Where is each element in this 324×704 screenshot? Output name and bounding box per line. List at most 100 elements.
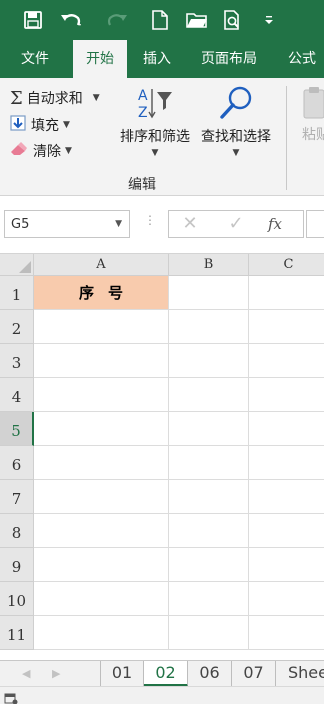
row-header-9[interactable]: 9	[0, 548, 34, 582]
cell-b1[interactable]	[169, 276, 249, 310]
cell-c3[interactable]	[249, 344, 324, 378]
previous-sheet-icon[interactable]: ◀	[22, 667, 30, 680]
cell-a10[interactable]	[34, 582, 169, 616]
new-file-icon[interactable]	[150, 8, 170, 32]
cell-c8[interactable]	[249, 514, 324, 548]
cell-b6[interactable]	[169, 446, 249, 480]
next-sheet-icon[interactable]: ▶	[52, 667, 60, 680]
cell-b10[interactable]	[169, 582, 249, 616]
tab-page-layout[interactable]: 页面布局	[192, 40, 266, 78]
fill-button[interactable]: 填充 ▼	[10, 113, 70, 137]
cell-a2[interactable]	[34, 310, 169, 344]
open-folder-icon[interactable]	[186, 8, 208, 32]
status-bar	[0, 686, 324, 704]
cell-a6[interactable]	[34, 446, 169, 480]
sheet-tab-bar: ◀ ▶ 01 02 06 07 Shee	[0, 660, 324, 687]
cell-a1[interactable]: 序号	[34, 276, 169, 310]
cell-b4[interactable]	[169, 378, 249, 412]
cell-b11[interactable]	[169, 616, 249, 650]
sheet-tab-01[interactable]: 01	[101, 661, 144, 687]
cell-a7[interactable]	[34, 480, 169, 514]
cell-c1[interactable]	[249, 276, 324, 310]
cell-b2[interactable]	[169, 310, 249, 344]
chevron-down-icon: ▼	[65, 146, 72, 156]
sheet-tab-02[interactable]: 02	[144, 661, 188, 687]
editing-group-label: 编辑	[128, 177, 156, 193]
autosum-button[interactable]: Σ 自动求和 ▼	[10, 86, 100, 110]
cell-c4[interactable]	[249, 378, 324, 412]
sheet-tab-shee[interactable]: Shee	[276, 661, 324, 687]
find-select-label: 查找和选择	[201, 129, 271, 145]
cell-a5[interactable]	[34, 412, 169, 446]
cell-c10[interactable]	[249, 582, 324, 616]
tab-formulas[interactable]: 公式	[280, 40, 324, 78]
search-icon	[218, 86, 254, 120]
sort-filter-label: 排序和筛选	[120, 129, 190, 145]
cell-b3[interactable]	[169, 344, 249, 378]
formula-input[interactable]	[306, 210, 324, 238]
clear-button[interactable]: 清除 ▼	[10, 139, 72, 163]
sort-filter-icon: AZ	[136, 86, 174, 121]
quick-access-toolbar	[0, 0, 324, 40]
cell-c11[interactable]	[249, 616, 324, 650]
chevron-down-icon: ▼	[92, 93, 100, 103]
cell-a4[interactable]	[34, 378, 169, 412]
chevron-down-icon: ▼	[232, 148, 240, 158]
column-header-c[interactable]: C	[249, 254, 324, 276]
tab-home[interactable]: 开始	[73, 40, 127, 78]
row-header-2[interactable]: 2	[0, 310, 34, 344]
cell-c6[interactable]	[249, 446, 324, 480]
sheet-tab-06[interactable]: 06	[188, 661, 232, 687]
enter-check-icon[interactable]: ✓	[224, 210, 248, 238]
column-header-a[interactable]: A	[34, 254, 169, 276]
autosum-label: 自动求和	[26, 91, 83, 107]
formula-bar-grip-icon[interactable]: ⋮	[144, 213, 157, 227]
row-header-4[interactable]: 4	[0, 378, 34, 412]
print-preview-icon[interactable]	[222, 8, 244, 32]
tab-insert[interactable]: 插入	[132, 40, 182, 78]
paste-button[interactable]: 粘贴	[302, 86, 324, 144]
cell-c7[interactable]	[249, 480, 324, 514]
cell-b7[interactable]	[169, 480, 249, 514]
name-box[interactable]: G5 ▼	[4, 210, 130, 238]
row-header-10[interactable]: 10	[0, 582, 34, 616]
cell-c2[interactable]	[249, 310, 324, 344]
row-header-6[interactable]: 6	[0, 446, 34, 480]
cell-a3[interactable]	[34, 344, 169, 378]
redo-icon[interactable]	[104, 8, 130, 32]
cancel-icon[interactable]: ✕	[178, 210, 202, 238]
row-header-3[interactable]: 3	[0, 344, 34, 378]
fill-down-icon	[10, 115, 26, 135]
tab-file[interactable]: 文件	[8, 40, 62, 78]
row-header-8[interactable]: 8	[0, 514, 34, 548]
cell-a11[interactable]	[34, 616, 169, 650]
undo-icon[interactable]	[58, 8, 84, 32]
column-header-b[interactable]: B	[169, 254, 249, 276]
cell-c5[interactable]	[249, 412, 324, 446]
row-header-11[interactable]: 11	[0, 616, 34, 650]
cell-c9[interactable]	[249, 548, 324, 582]
save-icon[interactable]	[22, 8, 44, 32]
row-header-1[interactable]: 1	[0, 276, 34, 310]
sigma-icon: Σ	[10, 87, 23, 109]
customize-toolbar-icon[interactable]	[262, 8, 276, 32]
macro-record-icon[interactable]	[4, 690, 18, 704]
clear-label: 清除	[33, 144, 61, 160]
sort-filter-button[interactable]: AZ 排序和筛选 ▼	[116, 86, 194, 158]
find-select-button[interactable]: 查找和选择 ▼	[196, 86, 276, 158]
row-header-5[interactable]: 5	[0, 412, 34, 446]
row-header-7[interactable]: 7	[0, 480, 34, 514]
cell-b5[interactable]	[169, 412, 249, 446]
select-all-triangle-icon	[19, 261, 31, 273]
insert-function-icon[interactable]: fx	[268, 210, 282, 238]
ribbon-tabs: 文件 开始 插入 页面布局 公式	[0, 40, 324, 78]
excel-window: 文件 开始 插入 页面布局 公式 Σ 自动求和 ▼ 填充 ▼ 清除 ▼ A Z …	[0, 0, 324, 704]
sheet-tab-07[interactable]: 07	[232, 661, 276, 687]
select-all-button[interactable]	[0, 254, 34, 276]
eraser-icon	[10, 142, 28, 160]
ribbon-home: Σ 自动求和 ▼ 填充 ▼ 清除 ▼ AZ 排序和筛选 ▼ 查找和选择 ▼ 编辑…	[0, 78, 324, 196]
cell-b9[interactable]	[169, 548, 249, 582]
cell-a9[interactable]	[34, 548, 169, 582]
cell-b8[interactable]	[169, 514, 249, 548]
cell-a8[interactable]	[34, 514, 169, 548]
